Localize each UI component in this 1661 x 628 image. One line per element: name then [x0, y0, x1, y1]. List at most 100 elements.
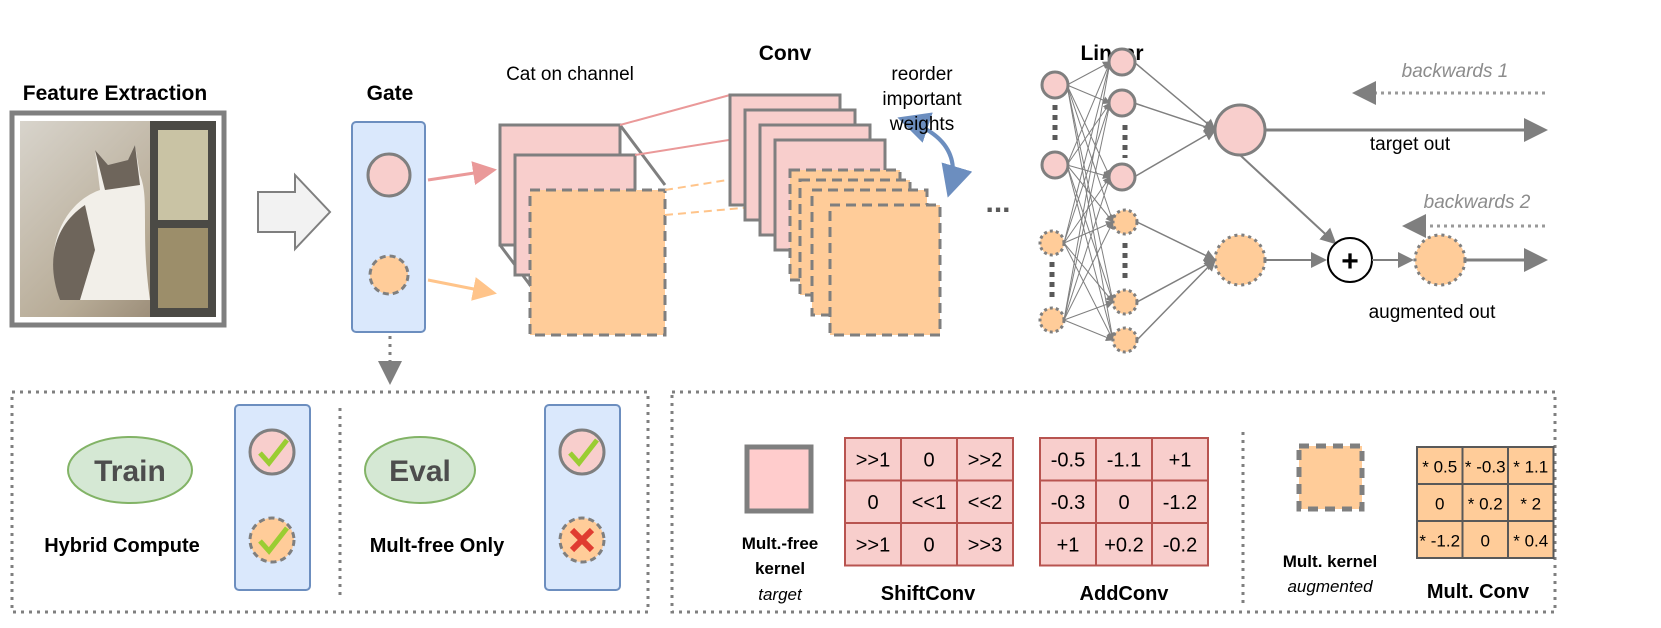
- neuron: [1111, 208, 1139, 236]
- multconv-label: Mult. Conv: [1427, 581, 1530, 603]
- table-cell-value: -0.2: [1163, 534, 1197, 556]
- edge: [1063, 61, 1113, 244]
- table-cell-value: <<1: [912, 492, 946, 514]
- neuron: [1040, 150, 1070, 180]
- augmented-tag: augmented: [1287, 577, 1373, 596]
- table-cell-value: -1.1: [1107, 449, 1141, 471]
- hybrid-compute-label: Hybrid Compute: [44, 535, 200, 557]
- mult-free-label: Mult.-free: [742, 534, 819, 553]
- table-cell-value: >>1: [856, 449, 890, 471]
- ellipsis: ...: [985, 186, 1010, 219]
- reorder-label-1: reorder: [891, 64, 953, 85]
- target-tag: target: [758, 585, 803, 604]
- neuron: [1107, 162, 1137, 192]
- reorder-label-2: important: [882, 89, 962, 110]
- feature-extraction-label: Feature Extraction: [23, 82, 207, 105]
- edge: [1063, 221, 1114, 321]
- neuron: [1040, 70, 1070, 100]
- augmented-output-node: [1413, 233, 1467, 287]
- table-cell-value: -0.5: [1051, 449, 1085, 471]
- table-cell-value: 0: [923, 449, 934, 471]
- connector-line: [619, 94, 731, 126]
- table-cell-value: * 1.1: [1513, 458, 1548, 477]
- edge: [1063, 242, 1114, 303]
- edge: [1133, 129, 1217, 178]
- addconv-label: AddConv: [1080, 583, 1170, 605]
- kernel-label: kernel: [755, 559, 805, 578]
- table-cell-value: * -1.2: [1419, 532, 1460, 551]
- augmented-out-label: augmented out: [1369, 302, 1496, 323]
- eval-label: Eval: [389, 455, 451, 488]
- table-cell-value: * 0.4: [1513, 532, 1548, 551]
- edge: [1133, 102, 1217, 133]
- big-arrow-icon: [257, 172, 332, 252]
- train-label: Train: [94, 455, 166, 488]
- pink-arrow: [427, 161, 497, 186]
- mult-free-kernel-icon: [744, 444, 814, 514]
- table-cell-value: >>2: [968, 449, 1002, 471]
- edge: [1066, 164, 1111, 179]
- edge: [1066, 61, 1111, 86]
- table-cell-value: * 2: [1520, 495, 1541, 514]
- edge: [1063, 319, 1114, 342]
- augmented-hidden-node: [1213, 233, 1267, 287]
- table-cell-value: <<2: [968, 492, 1002, 514]
- neuron: [1038, 306, 1066, 334]
- table-cell-value: -1.2: [1163, 492, 1197, 514]
- edge: [1136, 259, 1217, 303]
- table-cell-value: -0.3: [1051, 492, 1085, 514]
- edge: [1066, 164, 1115, 303]
- table-cell-value: * 0.5: [1422, 458, 1457, 477]
- target-to-sum-arrow: [1239, 154, 1337, 245]
- target-node: [366, 152, 412, 198]
- edge: [1066, 84, 1115, 223]
- train-target-node: [248, 428, 296, 476]
- table-cell-value: 0: [923, 534, 934, 556]
- edge: [1136, 221, 1217, 261]
- table-cell-value: * -0.3: [1465, 458, 1506, 477]
- edge: [1063, 102, 1112, 244]
- neuron: [1107, 47, 1137, 77]
- conv-label: Conv: [759, 42, 812, 65]
- cat-photo: [9, 110, 227, 328]
- mult-free-only-label: Mult-free Only: [370, 535, 505, 557]
- mult-kernel-label: Mult. kernel: [1283, 552, 1377, 571]
- backwards2-label: backwards 2: [1424, 192, 1531, 213]
- table-cell-value: +1: [1057, 534, 1080, 556]
- gate-label: Gate: [367, 82, 414, 105]
- cat-on-channel-label: Cat on channel: [506, 64, 634, 85]
- target-out-label: target out: [1370, 134, 1451, 155]
- mult-kernel-icon: [1296, 443, 1365, 512]
- linear-network: [1038, 47, 1267, 354]
- concat-feature-cube: [498, 123, 667, 337]
- shiftconv-table: >>1 0 >>2 0 <<1 <<2 >>1 0 >>3: [844, 437, 1014, 567]
- reorder-label-3: weights: [889, 114, 954, 135]
- edge: [1136, 258, 1217, 341]
- orange-arrow: [427, 277, 497, 301]
- train-augmented-node: [248, 516, 296, 564]
- shiftconv-label: ShiftConv: [881, 583, 976, 605]
- eval-target-node: [558, 428, 606, 476]
- edge: [1133, 61, 1217, 131]
- neuron: [1038, 229, 1066, 257]
- table-cell-value: +1: [1169, 449, 1192, 471]
- augmented-node: [368, 254, 410, 296]
- table-cell-value: 0: [1481, 532, 1490, 551]
- table-cell-value: >>1: [856, 534, 890, 556]
- backwards1-label: backwards 1: [1402, 61, 1509, 82]
- table-cell-value: 0: [1435, 495, 1444, 514]
- table-cell-value: 0: [867, 492, 878, 514]
- table-cell-value: +0.2: [1104, 534, 1143, 556]
- addconv-table: -0.5 -1.1 +1 -0.3 0 -1.2 +1 +0.2 -0.2: [1039, 437, 1209, 567]
- edge: [1063, 242, 1114, 341]
- table-cell-value: 0: [1118, 492, 1129, 514]
- target-output-node: [1213, 103, 1267, 157]
- table-cell-value: >>3: [968, 534, 1002, 556]
- plus-icon: +: [1341, 245, 1359, 278]
- multconv-table: * 0.5 * -0.3 * 1.1 0 * 0.2 * 2 * -1.2 0 * 0.4: [1416, 446, 1555, 559]
- neuron: [1111, 326, 1139, 354]
- neuron: [1107, 88, 1137, 118]
- neuron: [1111, 288, 1139, 316]
- table-cell-value: * 0.2: [1468, 495, 1503, 514]
- diagram: Feature Extraction Gate Cat on channel C…: [9, 42, 1557, 614]
